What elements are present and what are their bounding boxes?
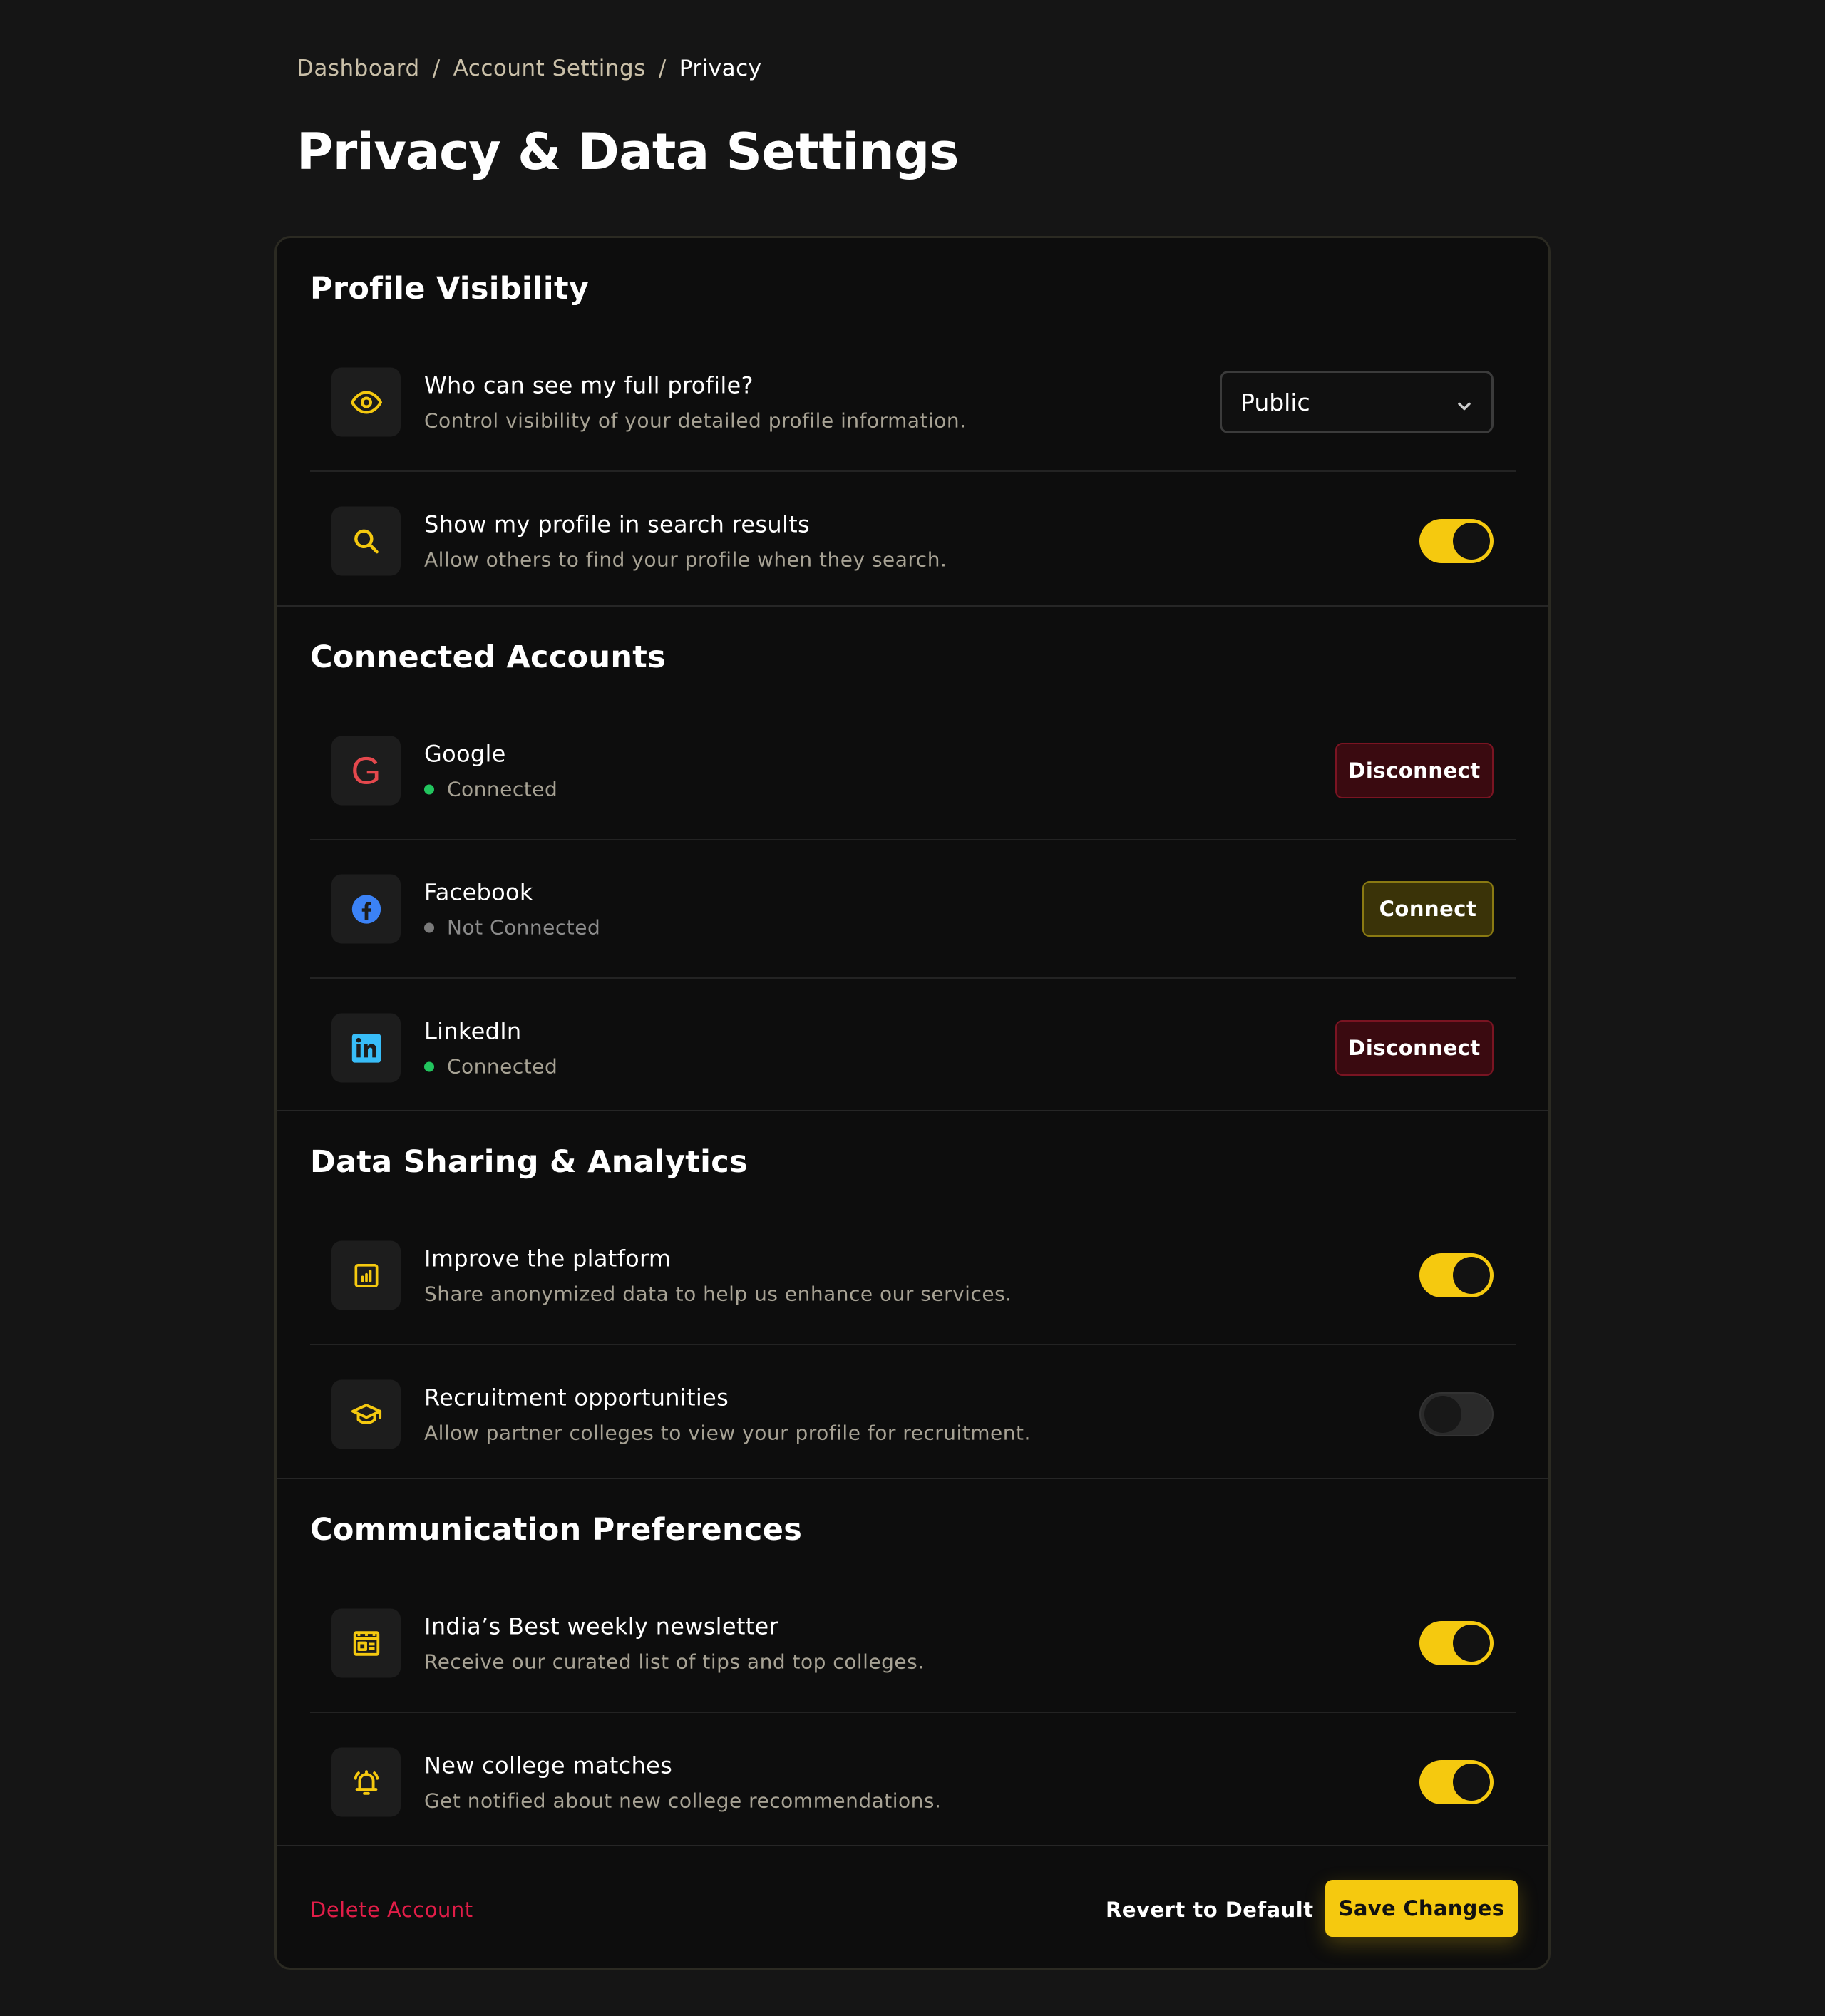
toggle-knob	[1453, 1257, 1490, 1294]
analytics-icon	[331, 1240, 401, 1310]
status-dot	[424, 784, 434, 794]
account-status: Connected	[424, 778, 557, 801]
setting-row-college-matches: New college matches Get notified about n…	[310, 1713, 1516, 1851]
setting-description: Get notified about new college recommend…	[424, 1789, 942, 1813]
account-row-facebook: Facebook Not Connected Connect	[310, 840, 1516, 979]
section-title: Data Sharing & Analytics	[310, 1144, 748, 1180]
setting-text: Who can see my full profile? Control vis…	[424, 372, 967, 433]
account-text: Google Connected	[424, 741, 557, 801]
setting-text: Improve the platform Share anonymized da…	[424, 1245, 1012, 1306]
toggle-knob	[1453, 1625, 1490, 1662]
setting-text: Recruitment opportunities Allow partner …	[424, 1384, 1031, 1445]
setting-title: Recruitment opportunities	[424, 1384, 729, 1411]
search-results-toggle[interactable]	[1419, 519, 1494, 563]
settings-card: Profile Visibility Who can see my full p…	[274, 236, 1551, 1970]
account-name: Google	[424, 740, 506, 768]
delete-account-link[interactable]: Delete Account	[310, 1898, 473, 1922]
breadcrumb-item-privacy: Privacy	[679, 56, 762, 81]
section-data-sharing: Data Sharing & Analytics Improve the pla…	[277, 1111, 1548, 1479]
bell-icon	[331, 1747, 401, 1817]
account-status: Not Connected	[424, 916, 600, 940]
linkedin-disconnect-button[interactable]: Disconnect	[1335, 1020, 1494, 1076]
setting-description: Receive our curated list of tips and top…	[424, 1650, 925, 1674]
graduation-cap-icon	[331, 1379, 401, 1449]
google-icon: G	[331, 736, 401, 806]
section-title: Communication Preferences	[310, 1512, 803, 1548]
account-name: LinkedIn	[424, 1017, 522, 1045]
section-title: Profile Visibility	[310, 271, 590, 307]
setting-title: Who can see my full profile?	[424, 371, 754, 399]
setting-description: Control visibility of your detailed prof…	[424, 408, 967, 433]
setting-text: India’s Best weekly newsletter Receive o…	[424, 1613, 925, 1674]
account-row-google: G Google Connected Disconnect	[310, 702, 1516, 840]
setting-description: Allow partner colleges to view your prof…	[424, 1421, 1031, 1445]
select-value: Public	[1240, 388, 1310, 416]
setting-row-full-profile: Who can see my full profile? Control vis…	[310, 334, 1516, 472]
account-name: Facebook	[424, 878, 533, 906]
newsletter-icon	[331, 1608, 401, 1678]
card-footer: Delete Account Revert to Default Save Ch…	[277, 1846, 1548, 1968]
toggle-knob	[1453, 1764, 1490, 1801]
search-icon	[331, 506, 401, 576]
account-row-linkedin: LinkedIn Connected Disconnect	[310, 979, 1516, 1117]
breadcrumb-separator: /	[658, 56, 667, 81]
setting-row-improve-platform: Improve the platform Share anonymized da…	[310, 1207, 1516, 1345]
breadcrumb-separator: /	[432, 56, 441, 81]
breadcrumb: Dashboard / Account Settings / Privacy	[297, 56, 762, 81]
status-text: Not Connected	[447, 915, 601, 940]
setting-description: Allow others to find your profile when t…	[424, 547, 947, 572]
toggle-knob	[1453, 523, 1490, 560]
status-text: Connected	[447, 1054, 558, 1079]
profile-visibility-select[interactable]: Public	[1220, 371, 1494, 433]
google-disconnect-button[interactable]: Disconnect	[1335, 743, 1494, 798]
eye-icon	[331, 367, 401, 437]
section-communication: Communication Preferences India’s Best w…	[277, 1479, 1548, 1846]
setting-description: Share anonymized data to help us enhance…	[424, 1282, 1012, 1306]
college-matches-toggle[interactable]	[1419, 1760, 1494, 1804]
chevron-down-icon	[1454, 394, 1474, 422]
setting-text: Show my profile in search results Allow …	[424, 511, 947, 572]
breadcrumb-item-dashboard[interactable]: Dashboard	[297, 56, 420, 81]
save-changes-button[interactable]: Save Changes	[1325, 1880, 1518, 1937]
section-connected-accounts: Connected Accounts G Google Connected Di…	[277, 607, 1548, 1111]
toggle-knob	[1424, 1396, 1461, 1433]
setting-title: New college matches	[424, 1752, 673, 1779]
section-title: Connected Accounts	[310, 639, 667, 675]
status-dot	[424, 1061, 434, 1071]
facebook-icon	[331, 874, 401, 944]
status-text: Connected	[447, 777, 558, 801]
newsletter-toggle[interactable]	[1419, 1621, 1494, 1665]
account-text: LinkedIn Connected	[424, 1018, 557, 1079]
account-status: Connected	[424, 1055, 557, 1079]
setting-row-recruitment: Recruitment opportunities Allow partner …	[310, 1345, 1516, 1483]
setting-title: India’s Best weekly newsletter	[424, 1613, 778, 1640]
section-profile-visibility: Profile Visibility Who can see my full p…	[277, 238, 1548, 607]
setting-row-search-results: Show my profile in search results Allow …	[310, 472, 1516, 610]
improve-platform-toggle[interactable]	[1419, 1253, 1494, 1297]
page-title: Privacy & Data Settings	[297, 123, 959, 181]
facebook-connect-button[interactable]: Connect	[1362, 881, 1494, 937]
setting-title: Improve the platform	[424, 1245, 672, 1272]
setting-title: Show my profile in search results	[424, 510, 810, 538]
recruitment-toggle[interactable]	[1419, 1392, 1494, 1436]
breadcrumb-item-account-settings[interactable]: Account Settings	[453, 56, 646, 81]
setting-row-newsletter: India’s Best weekly newsletter Receive o…	[310, 1575, 1516, 1713]
setting-text: New college matches Get notified about n…	[424, 1752, 941, 1813]
revert-to-default-button[interactable]: Revert to Default	[1106, 1898, 1314, 1922]
account-text: Facebook Not Connected	[424, 879, 600, 940]
page: Dashboard / Account Settings / Privacy P…	[0, 0, 1825, 2016]
linkedin-icon	[331, 1013, 401, 1083]
status-dot	[424, 922, 434, 932]
